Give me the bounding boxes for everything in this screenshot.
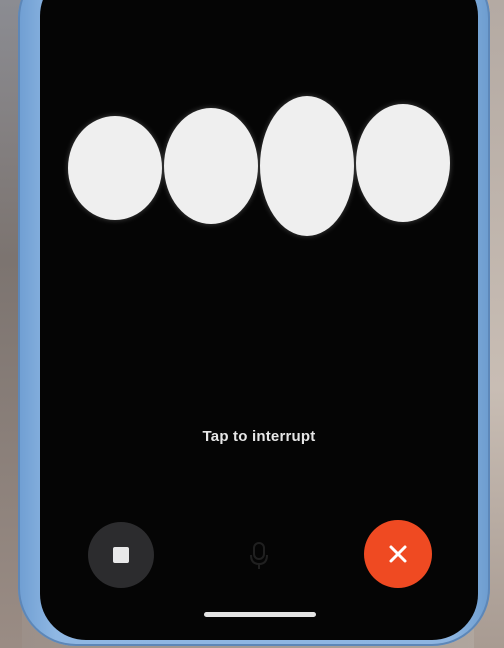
visualizer-bar	[260, 96, 354, 236]
voice-visualizer	[68, 96, 450, 236]
tap-to-interrupt-label[interactable]: Tap to interrupt	[40, 428, 478, 445]
end-voice-button[interactable]	[364, 520, 432, 588]
visualizer-bar	[68, 116, 162, 220]
home-indicator[interactable]	[204, 612, 316, 617]
visualizer-bar	[356, 104, 450, 222]
close-x-icon	[389, 545, 407, 563]
stop-square-icon	[113, 547, 129, 563]
stop-button[interactable]	[88, 522, 154, 588]
visualizer-bar	[164, 108, 258, 224]
microphone-icon	[250, 542, 268, 569]
phone-screen: Tap to interrupt	[40, 0, 478, 640]
